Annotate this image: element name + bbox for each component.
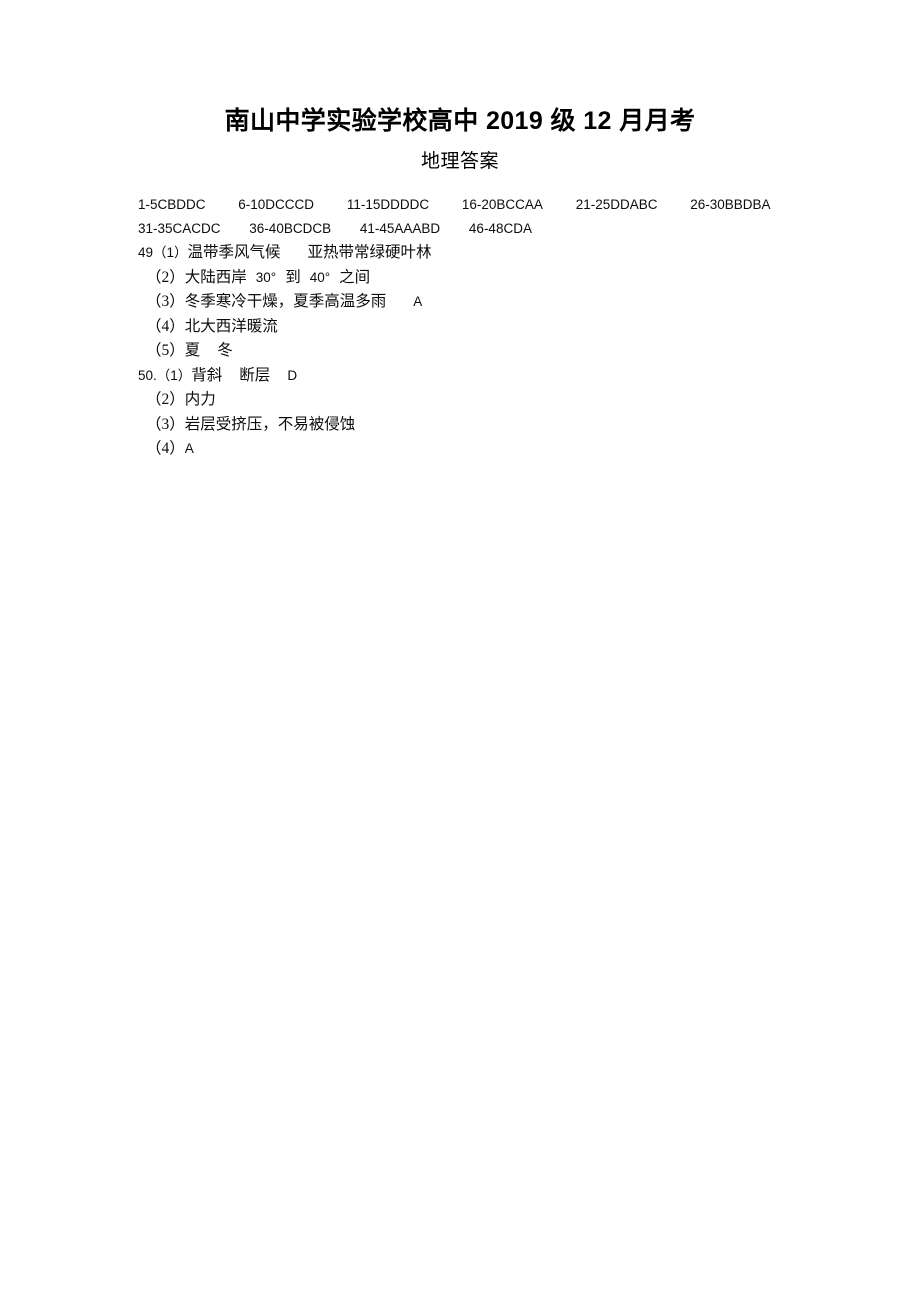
mc-answer-group: 1-5CBDDC xyxy=(138,197,206,212)
page-title: 南山中学实验学校高中 2019 级 12 月月考 xyxy=(224,107,696,135)
mc-answer-group: 6-10DCCCD xyxy=(238,197,315,212)
question-50-part-4: （4）A xyxy=(138,437,838,462)
mc-answer-group: 21-25DDABC xyxy=(575,197,658,212)
answer-text: 到 xyxy=(285,268,301,286)
answer-choice: A xyxy=(413,294,423,309)
answer-text: 之间 xyxy=(339,268,371,286)
question-number: （3） xyxy=(146,415,185,433)
question-number: （2） xyxy=(146,268,185,286)
question-number: （4） xyxy=(146,317,185,335)
mc-answer-group: 41-45AAABD xyxy=(359,221,441,236)
question-50-part-1: 50.（1）背斜 断层 D xyxy=(138,364,838,389)
answer-body: 1-5CBDDC 6-10DCCCD 11-15DDDDC 16-20BCCAA… xyxy=(138,193,838,462)
multiple-choice-row: 1-5CBDDC 6-10DCCCD 11-15DDDDC 16-20BCCAA… xyxy=(138,193,838,217)
multiple-choice-row: 31-35CACDC 36-40BCDCB 41-45AAABD 46-48CD… xyxy=(138,217,838,241)
question-number: （3） xyxy=(146,293,185,310)
mc-answer-group: 26-30BBDBA xyxy=(690,197,771,212)
question-number: （4） xyxy=(146,440,185,457)
mc-answer-group: 16-20BCCAA xyxy=(461,197,543,212)
answer-text: 大陆西岸 xyxy=(184,268,247,286)
answer-text: 夏 xyxy=(184,342,201,359)
page-subtitle: 地理答案 xyxy=(420,151,499,172)
answer-choice: D xyxy=(287,367,298,383)
question-49-part-1: 49（1）温带季风气候 亚热带常绿硬叶林 xyxy=(138,241,838,266)
answer-text: 冬季寒冷干燥，夏季高温多雨 xyxy=(184,293,387,310)
question-49-part-4: （4）北大西洋暖流 xyxy=(138,315,838,340)
answer-text: 亚热带常绿硬叶林 xyxy=(307,244,432,261)
answer-text: 北大西洋暖流 xyxy=(184,317,278,335)
answer-text: 岩层受挤压，不易被侵蚀 xyxy=(184,415,356,433)
mc-answer-group: 31-35CACDC xyxy=(138,221,221,236)
title-block: 南山中学实验学校高中 2019 级 12 月月考 地理答案 xyxy=(0,104,920,175)
answer-value: 30° xyxy=(255,269,277,285)
question-49-part-3: （3）冬季寒冷干燥，夏季高温多雨 A xyxy=(138,290,838,315)
answer-choice: A xyxy=(184,441,194,456)
answer-text: 内力 xyxy=(184,391,216,408)
question-49-part-5: （5）夏冬 xyxy=(138,339,838,364)
answer-text: 断层 xyxy=(239,366,271,384)
question-49-part-2: （2）大陆西岸 30° 到 40° 之间 xyxy=(138,266,838,291)
mc-answer-group: 46-48CDA xyxy=(468,221,532,236)
answer-text: 冬 xyxy=(217,342,233,359)
mc-answer-group: 11-15DDDDC xyxy=(346,197,430,212)
question-number: 49（1） xyxy=(138,245,188,260)
question-50-part-3: （3）岩层受挤压，不易被侵蚀 xyxy=(138,413,838,438)
question-number: （2） xyxy=(146,391,185,408)
mc-answer-group: 36-40BCDCB xyxy=(249,221,332,236)
answer-text: 背斜 xyxy=(191,366,223,384)
question-50-part-2: （2）内力 xyxy=(138,388,838,413)
question-number: （5） xyxy=(146,342,185,359)
answer-value: 40° xyxy=(309,269,331,285)
question-number: 50.（1） xyxy=(138,367,192,383)
answer-text: 温带季风气候 xyxy=(187,244,281,261)
document-page: 南山中学实验学校高中 2019 级 12 月月考 地理答案 1-5CBDDC 6… xyxy=(0,0,920,1302)
